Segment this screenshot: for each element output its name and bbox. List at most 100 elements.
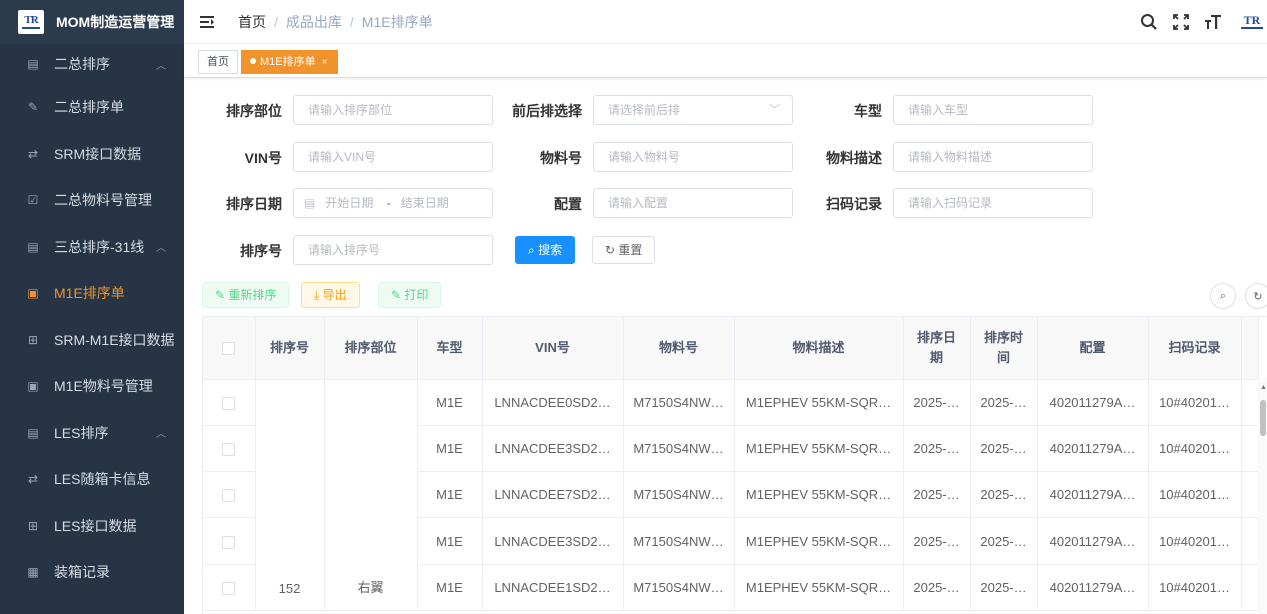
print-button[interactable]: ✎ 打印 xyxy=(378,282,442,308)
model-input[interactable]: 请输入车型 xyxy=(893,95,1093,125)
scroll-up-icon[interactable]: ▲ xyxy=(1260,384,1267,391)
cell-scan: 10#40201… xyxy=(1148,471,1242,519)
edit-icon: ✎ xyxy=(391,288,405,302)
search-icon[interactable] xyxy=(1139,12,1159,32)
material-label: 物料号 xyxy=(540,150,582,166)
sidebar-item-label: LES随箱卡信息 xyxy=(54,471,151,488)
vin-label: VIN号 xyxy=(244,150,282,166)
reset-button[interactable]: ↻ 重置 xyxy=(592,236,656,264)
seq-input[interactable]: 请输入排序号 xyxy=(293,235,493,265)
row-checkbox[interactable] xyxy=(203,379,256,426)
cell-time: 2025-… xyxy=(970,564,1038,611)
front-back-select[interactable]: 请选择前后排 ﹀ xyxy=(593,95,793,125)
select-all-checkbox[interactable] xyxy=(203,317,256,380)
calendar-icon: ▤ xyxy=(304,196,316,210)
breadcrumb-home[interactable]: 首页 xyxy=(238,12,266,32)
breadcrumb: 首页 / 成品出库 / M1E排序单 xyxy=(238,12,433,32)
sidebar-item-3[interactable]: ☑ 二总物料号管理 xyxy=(0,177,184,224)
tag-m1e-sort-order[interactable]: M1E排序单 × xyxy=(241,50,339,74)
export-button[interactable]: ⤓ 导出 xyxy=(301,282,360,308)
sidebar-item-5[interactable]: ▣ M1E排序单 xyxy=(0,270,184,317)
scrollbar-thumb[interactable] xyxy=(1260,400,1266,436)
resort-button[interactable]: ✎ 重新排序 xyxy=(202,282,290,308)
cell-date: 2025-… xyxy=(903,379,971,426)
cell-time: 2025-… xyxy=(970,425,1038,473)
row-checkbox[interactable] xyxy=(203,425,256,473)
row-checkbox[interactable] xyxy=(203,517,256,565)
download-icon: ⤓ xyxy=(314,288,323,302)
material-desc-label: 物料描述 xyxy=(826,150,882,166)
cell-desc: M1EPHEV 55KM-SQR… xyxy=(734,517,904,565)
font-size-icon[interactable] xyxy=(1203,12,1223,32)
sidebar-item-7[interactable]: ▣ M1E物料号管理 xyxy=(0,363,184,410)
cell-config: 402011279A… xyxy=(1037,425,1149,473)
tags-view: 首页 M1E排序单 × xyxy=(184,44,1267,78)
fullscreen-icon[interactable] xyxy=(1171,12,1191,32)
cell-config: 402011279A… xyxy=(1037,517,1149,565)
search-row-2: VIN号 请输入VIN号 物料号 请输入物料号 物料描述 请输入物料描述 xyxy=(184,142,1267,174)
sidebar-item-10[interactable]: ⊞ LES接口数据 xyxy=(0,503,184,550)
sidebar-item-8[interactable]: ▤ LES排序 ︿ xyxy=(0,410,184,457)
checkbox-icon: ☑ xyxy=(27,193,39,208)
sidebar-item-4[interactable]: ▤ 三总排序-31线 ︿ xyxy=(0,224,184,271)
table-scrollbar[interactable]: ▲ xyxy=(1258,378,1267,614)
chevron-down-icon: ﹀ xyxy=(769,104,780,116)
cell-desc: M1EPHEV 55KM-SQR… xyxy=(734,564,904,611)
cell-time: 2025-… xyxy=(970,517,1038,565)
cell-scan: 10#40201… xyxy=(1148,425,1242,473)
cell-date: 2025-… xyxy=(903,517,971,565)
dept-input[interactable]: 请输入排序部位 xyxy=(293,95,493,125)
sort-date-label: 排序日期 xyxy=(226,196,282,212)
table-icon: ⊞ xyxy=(27,518,39,533)
sidebar-item-label: LES排序 xyxy=(54,424,109,441)
interface-icon: ⇄ xyxy=(27,472,39,487)
sidebar-item-label: 装箱记录 xyxy=(54,564,110,581)
row-checkbox[interactable] xyxy=(203,471,256,519)
cell-extra xyxy=(1241,379,1259,426)
table-icon: ⊞ xyxy=(27,332,39,347)
top-header: 首页 / 成品出库 / M1E排序单 TR xyxy=(184,0,1267,44)
user-avatar[interactable]: TR xyxy=(1237,11,1267,33)
scan-record-input[interactable]: 请输入扫码记录 xyxy=(893,188,1093,218)
sidebar-item-11[interactable]: ▦ 装箱记录 xyxy=(0,549,184,596)
breadcrumb-parent[interactable]: 成品出库 xyxy=(286,12,342,32)
cell-vin: LNNACDEE3SD2… xyxy=(482,517,624,565)
vin-input[interactable]: 请输入VIN号 xyxy=(293,142,493,172)
material-desc-input[interactable]: 请输入物料描述 xyxy=(893,142,1093,172)
sidebar-item-9[interactable]: ⇄ LES随箱卡信息 xyxy=(0,456,184,503)
table-row[interactable]: 152 右翼 M1E LNNACDEE0SD2… M7150S4NW… M1EPHEV 5… xyxy=(203,379,1259,611)
sidebar-item-1[interactable]: ✎ 二总排序单 xyxy=(0,84,184,131)
list-icon: ▤ xyxy=(27,425,39,440)
cell-dept: 右翼 xyxy=(324,379,418,611)
sidebar-item-label: 三总排序-31线 xyxy=(54,238,145,255)
date-range-picker[interactable]: ▤ 开始日期 - 结束日期 xyxy=(293,188,493,218)
logo-bar: TR MOM制造运营管理 xyxy=(0,0,184,44)
refresh-table-button[interactable]: ↻ xyxy=(1245,283,1267,309)
config-input[interactable]: 请输入配置 xyxy=(593,188,793,218)
col-dept: 排序部位 xyxy=(324,317,418,380)
company-logo: TR xyxy=(18,10,44,34)
table-header-row: 排序号 排序部位 车型 VIN号 物料号 物料描述 排序日期 排序时间 配置 扫… xyxy=(203,317,1259,380)
cell-desc: M1EPHEV 55KM-SQR… xyxy=(734,425,904,473)
cell-scan: 10#40201… xyxy=(1148,564,1242,611)
search-button[interactable]: ⌕ 搜索 xyxy=(515,236,576,264)
tag-home[interactable]: 首页 xyxy=(198,50,238,74)
cell-extra xyxy=(1241,564,1259,611)
sidebar-item-0[interactable]: ▤ 二总排序 ︿ xyxy=(0,44,184,84)
toggle-search-button[interactable]: ⌕ xyxy=(1210,283,1236,309)
hamburger-icon[interactable] xyxy=(200,15,214,28)
cell-scan: 10#40201… xyxy=(1148,379,1242,426)
sidebar-item-2[interactable]: ⇄ SRM接口数据 xyxy=(0,131,184,178)
cell-vin: LNNACDEE7SD2… xyxy=(482,471,624,519)
cell-vin: LNNACDEE3SD2… xyxy=(482,425,624,473)
sidebar-item-6[interactable]: ⊞ SRM-M1E接口数据 xyxy=(0,317,184,364)
material-input[interactable]: 请输入物料号 xyxy=(593,142,793,172)
tag-close-icon[interactable]: × xyxy=(322,57,328,68)
row-checkbox[interactable] xyxy=(203,564,256,611)
sidebar-item-label: M1E物料号管理 xyxy=(54,378,153,395)
header-actions: TR xyxy=(1127,0,1267,44)
col-sort-date: 排序日期 xyxy=(903,317,971,380)
col-sort-time: 排序时间 xyxy=(970,317,1038,380)
cell-time: 2025-… xyxy=(970,471,1038,519)
interface-icon: ⇄ xyxy=(27,146,39,161)
